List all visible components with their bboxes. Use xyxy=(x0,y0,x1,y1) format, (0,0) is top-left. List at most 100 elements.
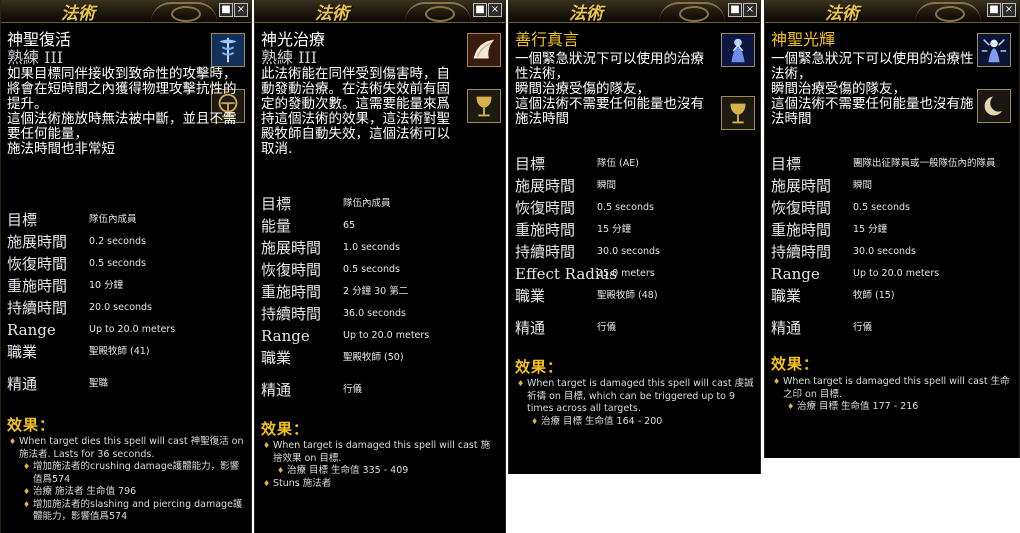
stat-row-cast-time: 施展時間 瞬間 xyxy=(515,175,756,197)
title-bar[interactable]: 法術 ■ × xyxy=(765,0,1019,24)
stat-value: 0.5 seconds xyxy=(343,264,400,275)
stat-value: 瞬間 xyxy=(853,180,873,191)
stat-row-mastery: 精通 行儀 xyxy=(515,317,756,339)
stat-value: 行儀 xyxy=(853,322,873,333)
stat-value: 行儀 xyxy=(597,322,617,333)
stat-label: 施展時間 xyxy=(515,177,576,195)
spell-panel-1: 法術 ■ × 神聖復活 熟練 III 如果目標同伴接收到致命性的攻擊時， 將會在… xyxy=(0,0,252,533)
stat-label: 持續時間 xyxy=(7,299,68,317)
stat-label: 精通 xyxy=(515,319,546,337)
title-ornament xyxy=(659,2,725,22)
golden-chalice-icon[interactable] xyxy=(721,96,755,130)
spell-panel-4: 法術 ■ × 神聖光輝 一個緊急狀況下可以使用的治療性法術， 瞬間治療受傷的隊友… xyxy=(764,0,1020,458)
stat-value: 牧師 (15) xyxy=(853,290,895,301)
stat-label: 職業 xyxy=(771,287,802,305)
spell-name: 神聖光輝 xyxy=(771,30,836,49)
stat-row-duration: 持續時間 30.0 seconds xyxy=(515,241,756,263)
stat-value: 聖職 xyxy=(89,378,109,389)
window-title: 法術 xyxy=(825,4,859,24)
stat-row-target: 目標 隊伍內成員 xyxy=(7,209,247,231)
stat-row-class: 職業 聖殿牧師 (48) xyxy=(515,285,756,307)
close-button[interactable]: × xyxy=(488,3,502,17)
stat-row-target: 目標 隊伍內成員 xyxy=(261,193,501,215)
stat-row-class: 職業 聖殿牧師 (50) xyxy=(261,347,501,369)
stat-row-range: Range Up to 20.0 meters xyxy=(7,319,247,341)
stat-label: 重施時間 xyxy=(515,221,576,239)
wing-spell-icon[interactable] xyxy=(467,33,501,67)
stat-value: 15 分鐘 xyxy=(853,224,888,235)
stat-row-target: 目標 隊伍 (AE) xyxy=(515,153,756,175)
spell-stats: 目標 團隊出征隊員或一般隊伍內的隊員 施展時間 瞬間 恢復時間 0.5 seconds… xyxy=(771,153,1015,339)
stat-label: 重施時間 xyxy=(261,283,322,301)
stat-value: 瞬間 xyxy=(597,180,617,191)
radiant-figure-icon[interactable] xyxy=(977,33,1011,67)
stat-label: 職業 xyxy=(515,287,546,305)
stat-row-effect-radius: Effect Radius 25.0 meters xyxy=(515,263,756,285)
stat-row-mastery: 精通 行儀 xyxy=(261,379,501,401)
stat-label: 精通 xyxy=(771,319,802,337)
title-bar[interactable]: 法術 ■ × xyxy=(509,0,760,24)
stat-value: 25.0 meters xyxy=(597,268,655,279)
crescent-moon-icon[interactable] xyxy=(977,89,1011,123)
praying-figure-icon[interactable] xyxy=(721,33,755,67)
title-bar[interactable]: 法術 ■ × xyxy=(1,0,251,24)
stat-label: 重施時間 xyxy=(771,221,832,239)
title-ornament xyxy=(405,2,471,22)
stat-value: 10 分鐘 xyxy=(89,280,124,291)
effect-sub-item: 治療 目標 生命值 177 - 216 xyxy=(787,401,1013,414)
stat-row-mastery: 精通 行儀 xyxy=(771,317,1015,339)
stat-value: 36.0 seconds xyxy=(343,308,407,319)
stat-row-target: 目標 團隊出征隊員或一般隊伍內的隊員 xyxy=(771,153,1015,175)
stat-label: Range xyxy=(261,327,310,345)
window-title: 法術 xyxy=(61,4,95,24)
title-bar[interactable]: 法術 ■ × xyxy=(255,0,505,24)
golden-chalice-icon[interactable] xyxy=(467,89,501,123)
stat-value: 15 分鐘 xyxy=(597,224,632,235)
stat-label: 目標 xyxy=(771,155,802,173)
stat-row-recovery: 恢復時間 0.5 seconds xyxy=(261,259,501,281)
stat-row-class: 職業 牧師 (15) xyxy=(771,285,1015,307)
stat-label: 持續時間 xyxy=(261,305,322,323)
stat-value: Up to 20.0 meters xyxy=(89,324,176,335)
stat-value: 聖殿牧師 (41) xyxy=(89,346,150,357)
stat-row-recast: 重施時間 2 分鐘 30 第二 xyxy=(261,281,501,303)
minimize-button[interactable]: ■ xyxy=(987,3,1001,17)
stat-value: 0.5 seconds xyxy=(853,202,910,213)
stat-label: 恢復時間 xyxy=(515,199,576,217)
effects-list: When target dies this spell will cast 神聖… xyxy=(9,436,245,524)
stat-row-recovery: 恢復時間 0.5 seconds xyxy=(7,253,247,275)
stat-row-mastery: 精通 聖職 xyxy=(7,373,247,395)
close-button[interactable]: × xyxy=(1002,3,1016,17)
stat-row-cast-time: 施展時間 1.0 seconds xyxy=(261,237,501,259)
spell-stats: 目標 隊伍內成員 施展時間 0.2 seconds 恢復時間 0.5 seconds … xyxy=(7,209,247,395)
effect-sub-item: 增加施法者的slashing and piercing damage護體能力，影… xyxy=(23,499,245,524)
caduceus-spell-icon[interactable] xyxy=(211,33,245,67)
effects-list: When target is damaged this spell will c… xyxy=(773,376,1013,414)
close-button[interactable]: × xyxy=(234,3,248,17)
stat-label: 施展時間 xyxy=(261,239,322,257)
stat-value: Up to 20.0 meters xyxy=(853,268,940,279)
stat-label: 精通 xyxy=(7,375,38,393)
stat-value: 0.5 seconds xyxy=(597,202,654,213)
close-button[interactable]: × xyxy=(743,3,757,17)
stat-label: 目標 xyxy=(515,155,546,173)
effects-heading: 效果： xyxy=(261,420,310,438)
stat-value: 20.0 seconds xyxy=(89,302,153,313)
stat-label: 施展時間 xyxy=(771,177,832,195)
stat-row-class: 職業 聖殿牧師 (41) xyxy=(7,341,247,363)
stat-row-range: Range Up to 20.0 meters xyxy=(771,263,1015,285)
minimize-button[interactable]: ■ xyxy=(728,3,742,17)
stat-value: 0.2 seconds xyxy=(89,236,146,247)
spell-description: 如果目標同伴接收到致命性的攻擊時， 將會在短時間之內獲得物理攻擊抗性的提升。 這… xyxy=(7,66,237,157)
stat-label: 恢復時間 xyxy=(771,199,832,217)
skill-level: 熟練 III xyxy=(7,48,64,67)
spell-name: 神光治療 xyxy=(261,30,326,49)
window-title: 法術 xyxy=(315,4,349,24)
minimize-button[interactable]: ■ xyxy=(473,3,487,17)
effect-sub-item: 治療 施法者 生命值 796 xyxy=(23,486,245,499)
effect-item: When target is damaged this spell will c… xyxy=(773,376,1013,401)
stat-label: Range xyxy=(771,265,820,283)
stat-row-recovery: 恢復時間 0.5 seconds xyxy=(515,197,756,219)
minimize-button[interactable]: ■ xyxy=(219,3,233,17)
stat-value: 30.0 seconds xyxy=(597,246,661,257)
